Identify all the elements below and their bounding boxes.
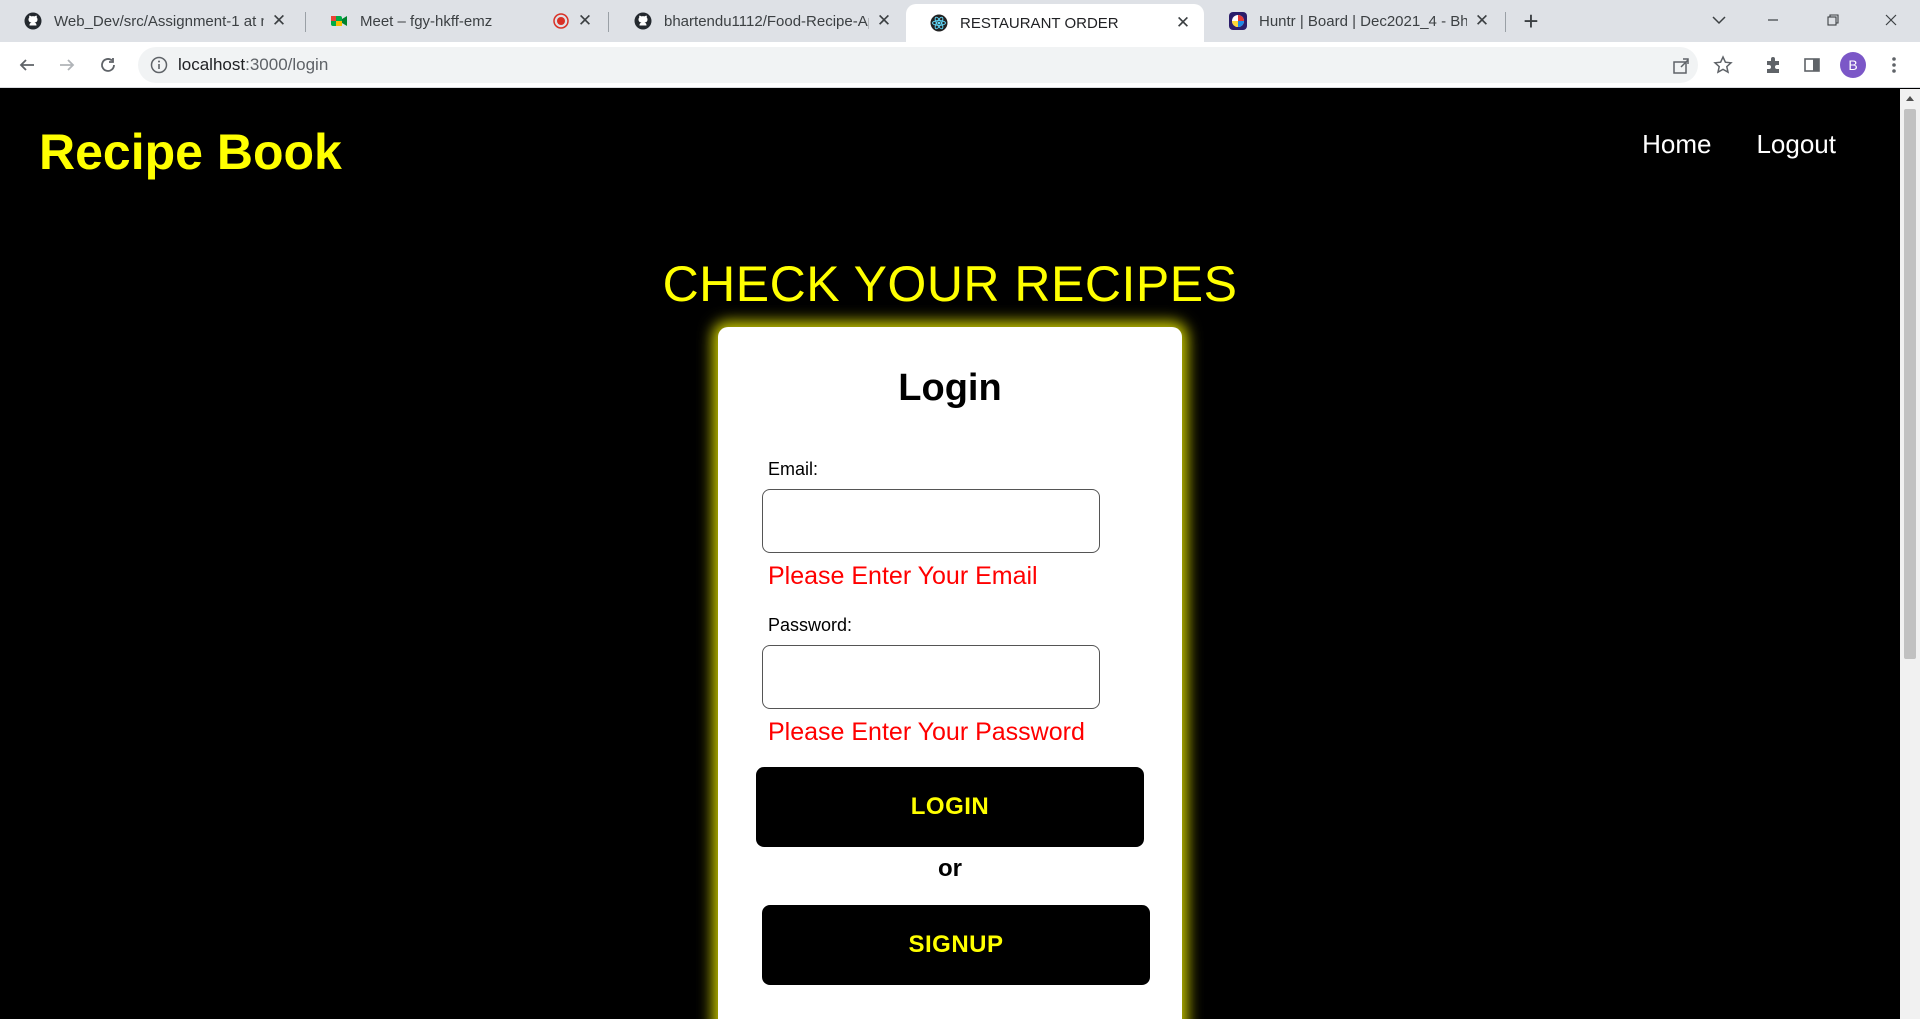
email-field[interactable] [762,489,1100,553]
tab-title: RESTAURANT ORDER [960,14,1119,32]
email-label: Email: [768,459,819,479]
tab-github-assignment[interactable]: Web_Dev/src/Assignment-1 at m ✕ [0,0,300,42]
close-icon[interactable]: ✕ [1174,13,1192,32]
share-icon[interactable] [1670,54,1692,76]
password-label: Password: [768,615,853,635]
login-button[interactable]: LOGIN [756,767,1144,847]
page-viewport: Recipe Book Home Logout CHECK YOUR RECIP… [0,89,1920,1019]
url-text: localhost:3000/login [178,55,328,75]
nav-home-link[interactable]: Home [1642,129,1711,160]
tab-title: Web_Dev/src/Assignment-1 at m [54,12,264,30]
scroll-up-arrow-icon[interactable] [1900,89,1920,106]
react-icon [930,14,948,32]
browser-toolbar: localhost:3000/login B [0,42,1920,88]
brand-logo-text[interactable]: Recipe Book [39,123,342,181]
tab-title: Huntr | Board | Dec2021_4 - Bhart [1259,12,1467,30]
tab-divider [608,12,609,32]
new-tab-button[interactable]: + [1517,6,1545,36]
reload-icon[interactable] [93,50,123,80]
close-icon[interactable]: ✕ [576,11,594,30]
tab-google-meet[interactable]: Meet – fgy-hkff-emz ✕ [306,0,606,42]
page-scrollbar[interactable] [1900,89,1920,1019]
email-error-message: Please Enter Your Email [768,562,1038,590]
minimize-icon[interactable] [1750,0,1796,40]
extensions-icon[interactable] [1762,54,1784,76]
signup-button[interactable]: SIGNUP [762,905,1150,985]
page-headline: CHECK YOUR RECIPES [662,256,1238,312]
close-icon[interactable]: ✕ [875,11,893,30]
tab-restaurant-order[interactable]: RESTAURANT ORDER ✕ [906,4,1204,42]
url-host: localhost [178,55,246,74]
top-nav: Home Logout [1642,129,1836,160]
address-bar[interactable]: localhost:3000/login [138,47,1698,83]
tab-title: bhartendu1112/Food-Recipe-App [664,12,869,30]
login-card: Login Email: Please Enter Your Email Pas… [718,327,1182,1019]
tab-github-food-recipe[interactable]: bhartendu1112/Food-Recipe-App ✕ [610,0,905,42]
bookmark-star-icon[interactable] [1712,54,1734,76]
info-icon[interactable] [150,56,168,74]
google-meet-icon [330,12,348,30]
github-icon [634,12,652,30]
recording-indicator-icon [552,12,570,30]
nav-logout-link[interactable]: Logout [1756,129,1836,160]
tab-divider [1505,12,1506,32]
back-arrow-icon[interactable] [12,50,42,80]
scrollbar-thumb[interactable] [1904,109,1916,659]
tab-huntr-board[interactable]: Huntr | Board | Dec2021_4 - Bhart ✕ [1205,0,1503,42]
restore-icon[interactable] [1810,0,1856,40]
password-error-message: Please Enter Your Password [768,718,1085,746]
close-icon[interactable]: ✕ [270,11,288,30]
profile-avatar[interactable]: B [1840,52,1866,78]
tab-strip: Web_Dev/src/Assignment-1 at m ✕ Meet – f… [0,0,1920,42]
close-icon[interactable]: ✕ [1473,11,1491,30]
tab-search-icon[interactable] [1696,0,1742,40]
close-window-icon[interactable] [1868,0,1914,40]
forward-arrow-icon[interactable] [52,50,82,80]
or-separator: or [938,855,962,882]
huntr-icon [1229,12,1247,30]
url-path: :3000/login [245,55,329,74]
github-icon [24,12,42,30]
tab-title: Meet – fgy-hkff-emz [360,12,493,30]
login-title: Login [898,367,1002,409]
password-field[interactable] [762,645,1100,709]
more-menu-icon[interactable] [1883,54,1905,76]
side-panel-icon[interactable] [1801,54,1823,76]
